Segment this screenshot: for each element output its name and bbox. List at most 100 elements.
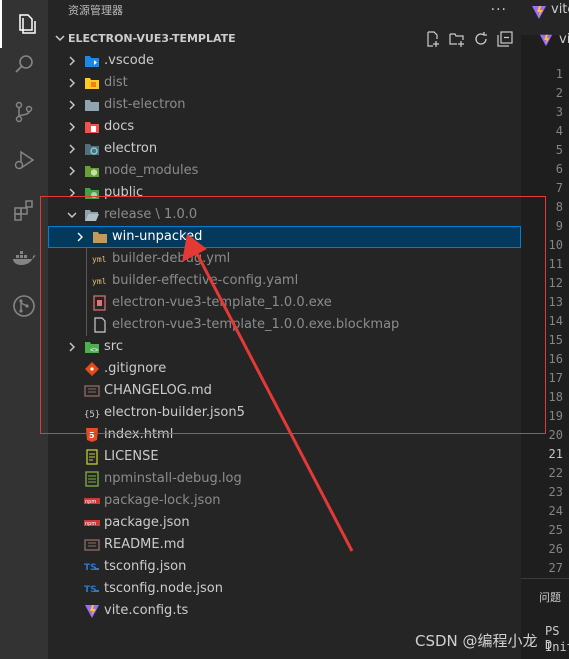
tree-label: package.json xyxy=(104,515,190,530)
search-icon[interactable] xyxy=(0,40,48,88)
tree-file-license[interactable]: LICENSE xyxy=(48,446,521,468)
tree-file-builder-effective-config[interactable]: yml builder-effective-config.yaml xyxy=(48,270,521,292)
tree-folder-win-unpacked[interactable]: win-unpacked xyxy=(48,226,521,248)
new-file-icon[interactable] xyxy=(425,31,441,47)
tree-folder-release[interactable]: release \ 1.0.0 xyxy=(48,204,521,226)
tree-folder-vscode[interactable]: .vscode xyxy=(48,50,521,72)
tree-file-tsconfig-node[interactable]: TS tsconfig.node.json xyxy=(48,578,521,600)
chevron-right-icon xyxy=(69,166,75,176)
run-debug-icon[interactable] xyxy=(0,136,48,184)
line-number: 5 xyxy=(555,143,563,157)
tree-label: electron-builder.json5 xyxy=(104,405,245,420)
tree-file-exe[interactable]: electron-vue3-template_1.0.0.exe xyxy=(48,292,521,314)
tree-label: electron-vue3-template_1.0.0.exe xyxy=(112,295,332,310)
tree-label: vite.config.ts xyxy=(104,603,189,618)
tree-folder-dist-electron[interactable]: dist-electron xyxy=(48,94,521,116)
tree-label: public xyxy=(104,185,144,200)
exe-file-icon xyxy=(93,295,106,311)
tree-label: LICENSE xyxy=(104,449,159,464)
tsconfig-file-icon: TS xyxy=(84,585,99,595)
tree-folder-src[interactable]: <> src xyxy=(48,336,521,358)
breadcrumb[interactable]: vi xyxy=(559,32,569,47)
chevron-down-icon xyxy=(55,35,65,42)
line-number: 11 xyxy=(548,257,563,271)
tree-label: node_modules xyxy=(104,163,199,178)
tree-folder-electron[interactable]: electron xyxy=(48,138,521,160)
chevron-right-icon xyxy=(69,78,75,88)
docker-icon[interactable] xyxy=(0,234,48,282)
explorer-sidebar: 资源管理器 ··· ELECTRON-VUE3-TEMPLATE .vscode… xyxy=(48,0,521,659)
json5-file-icon: {5} xyxy=(84,410,100,420)
collapse-all-icon[interactable] xyxy=(497,31,513,47)
tree-label: README.md xyxy=(104,537,185,552)
tree-label: package-lock.json xyxy=(104,493,221,508)
tree-folder-dist[interactable]: dist xyxy=(48,72,521,94)
tree-folder-public[interactable]: public xyxy=(48,182,521,204)
workspace-root-label: ELECTRON-VUE3-TEMPLATE xyxy=(68,32,236,45)
tree-file-gitignore[interactable]: .gitignore xyxy=(48,358,521,380)
line-number: 10 xyxy=(548,238,563,252)
tree-label: index.html xyxy=(104,427,174,442)
line-number: 1 xyxy=(555,67,563,81)
svg-text:npm: npm xyxy=(85,521,96,527)
line-number: 25 xyxy=(548,523,563,537)
svg-text:yml: yml xyxy=(92,255,107,264)
line-number: 6 xyxy=(555,162,563,176)
workspace-root[interactable]: ELECTRON-VUE3-TEMPLATE xyxy=(48,28,521,50)
extensions-icon[interactable] xyxy=(0,186,48,234)
line-number: 18 xyxy=(548,390,563,404)
tree-label: dist-electron xyxy=(104,97,186,112)
vite-file-icon xyxy=(539,34,553,47)
activity-bar xyxy=(0,0,48,659)
chevron-right-icon xyxy=(69,100,75,110)
tree-file-tsconfig[interactable]: TS tsconfig.json xyxy=(48,556,521,578)
tree-file-package-json[interactable]: npm package.json xyxy=(48,512,521,534)
problems-tab[interactable]: 问题 xyxy=(539,589,561,605)
line-number: 14 xyxy=(548,314,563,328)
source-control-icon[interactable] xyxy=(0,88,48,136)
more-actions-button[interactable]: ··· xyxy=(491,0,507,22)
tree-file-readme[interactable]: README.md xyxy=(48,534,521,556)
folder-open-icon xyxy=(85,210,99,221)
line-number: 4 xyxy=(555,124,563,138)
editor-area: vite vi 12345678910111213141516171819202… xyxy=(521,0,569,659)
tree-label: .gitignore xyxy=(104,361,167,376)
git-file-icon xyxy=(85,362,99,376)
svg-text:5: 5 xyxy=(89,431,95,440)
node-modules-folder-icon xyxy=(85,166,99,177)
docs-folder-icon xyxy=(85,122,99,133)
tree-file-blockmap[interactable]: electron-vue3-template_1.0.0.exe.blockma… xyxy=(48,314,521,336)
git-graph-icon[interactable] xyxy=(0,282,48,330)
tree-file-npminstall-log[interactable]: npminstall-debug.log xyxy=(48,468,521,490)
svg-text:<>: <> xyxy=(90,346,98,354)
line-number: 19 xyxy=(548,409,563,423)
tree-folder-node-modules[interactable]: node_modules xyxy=(48,160,521,182)
tree-file-vite-config[interactable]: vite.config.ts xyxy=(48,600,521,622)
watermark: CSDN @编程小龙 xyxy=(415,632,538,650)
chevron-right-icon xyxy=(77,232,83,242)
tree-label: builder-effective-config.yaml xyxy=(112,273,299,288)
tree-label: CHANGELOG.md xyxy=(104,383,212,398)
tree-file-package-lock[interactable]: npm package-lock.json xyxy=(48,490,521,512)
refresh-icon[interactable] xyxy=(473,31,489,47)
public-folder-icon xyxy=(85,188,99,199)
npm-file-icon: npm xyxy=(84,520,100,527)
tree-file-index-html[interactable]: 5 index.html xyxy=(48,424,521,446)
tree-file-electron-builder-json5[interactable]: {5} electron-builder.json5 xyxy=(48,402,521,424)
tsconfig-file-icon: TS xyxy=(84,563,99,573)
line-number: 2 xyxy=(555,86,563,100)
vscode-folder-icon xyxy=(85,56,99,67)
new-folder-icon[interactable] xyxy=(449,31,465,47)
explorer-title: 资源管理器 xyxy=(68,4,123,17)
svg-text:{5}: {5} xyxy=(84,410,100,420)
tree-file-builder-debug[interactable]: yml builder-debug.yml xyxy=(48,248,521,270)
license-file-icon xyxy=(86,449,98,465)
folder-icon xyxy=(85,100,99,111)
panel-divider xyxy=(521,578,569,579)
editor-tab[interactable]: vite xyxy=(551,2,569,17)
tree-label: dist xyxy=(104,75,128,90)
log-file-icon xyxy=(85,471,99,487)
tree-file-changelog[interactable]: CHANGELOG.md xyxy=(48,380,521,402)
tree-folder-docs[interactable]: docs xyxy=(48,116,521,138)
chevron-right-icon xyxy=(69,188,75,198)
